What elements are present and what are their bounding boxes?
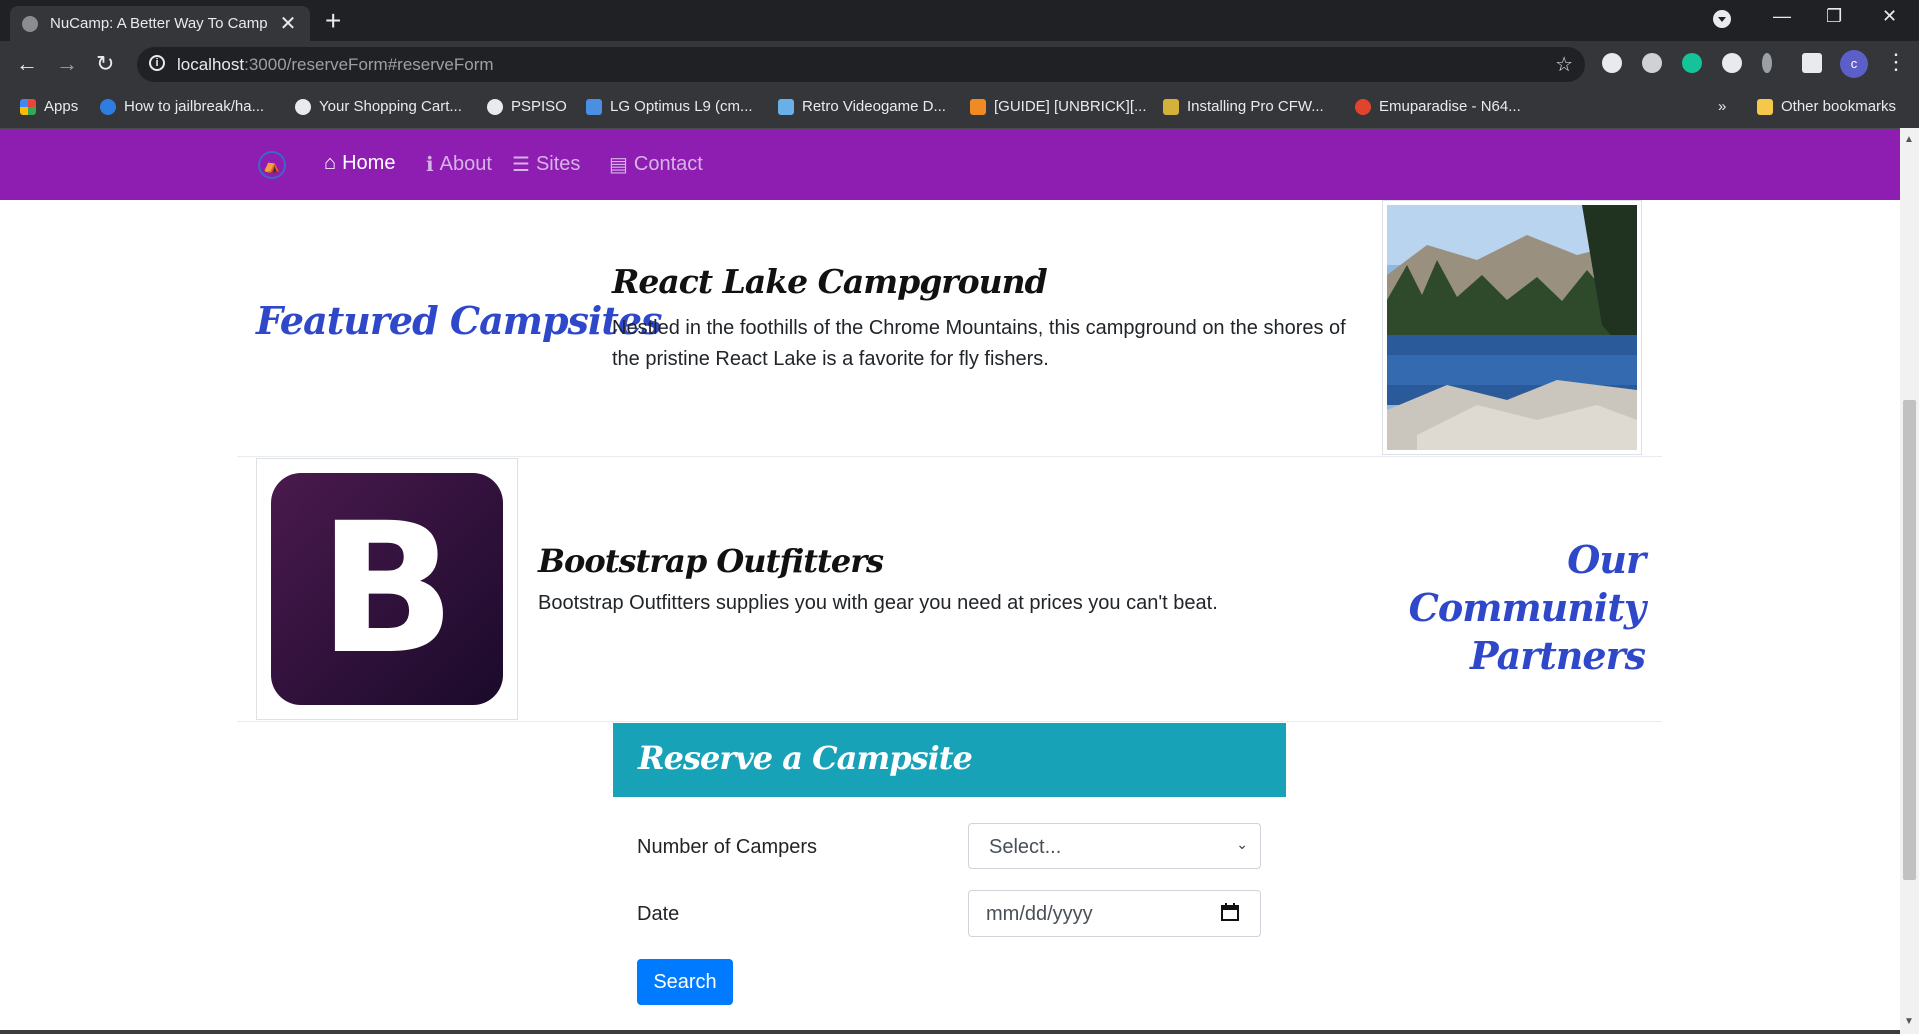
site-navbar: ⛺ ⌂ Home ℹ About ☰ Sites ▤ Contact <box>0 129 1900 200</box>
bookmark-apps[interactable]: Apps <box>20 98 78 115</box>
reserve-title: Reserve a Campsite <box>638 739 973 777</box>
scroll-down-icon[interactable]: ▼ <box>1904 1016 1914 1027</box>
partner-title: Bootstrap Outfitters <box>538 542 884 580</box>
campsite-description: Nestled in the foothills of the Chrome M… <box>612 317 1346 370</box>
minimize-icon[interactable]: — <box>1773 6 1791 27</box>
browser-toolbar: ← → ↻ i localhost:3000/reserveForm#reser… <box>0 41 1919 88</box>
bookmark-jailbreak[interactable]: How to jailbreak/ha... <box>100 98 264 115</box>
info-icon: ℹ <box>426 154 434 176</box>
bookmarks-overflow-button[interactable]: » <box>1718 98 1726 115</box>
nucamp-logo-icon[interactable]: ⛺ <box>258 151 286 179</box>
bookmark-lg-optimus[interactable]: LG Optimus L9 (cm... <box>586 98 753 115</box>
nav-home[interactable]: ⌂ Home <box>324 152 395 175</box>
campers-label: Number of Campers <box>637 836 818 858</box>
bookmark-shopping-cart[interactable]: Your Shopping Cart... <box>295 98 462 115</box>
reload-icon[interactable]: ↻ <box>96 51 114 77</box>
chevron-down-icon: ⌄ <box>1236 836 1248 852</box>
bookmark-favicon-icon <box>778 98 794 115</box>
new-tab-button[interactable]: + <box>325 6 341 36</box>
scroll-up-icon[interactable]: ▲ <box>1904 134 1914 145</box>
bookmark-favicon-icon <box>1163 98 1179 115</box>
search-button[interactable]: Search <box>637 959 733 1005</box>
address-card-icon: ▤ <box>609 154 628 176</box>
list-icon: ☰ <box>512 154 530 176</box>
reserve-card-header: Reserve a Campsite <box>613 723 1286 797</box>
bookmark-emuparadise[interactable]: Emuparadise - N64... <box>1355 98 1521 115</box>
bookmarks-bar: Apps How to jailbreak/ha... Your Shoppin… <box>0 88 1919 129</box>
tab-search-icon[interactable] <box>1712 9 1732 34</box>
window-close-icon[interactable]: ✕ <box>1882 6 1897 27</box>
profile-avatar[interactable]: c <box>1840 50 1868 78</box>
partner-description: Bootstrap Outfitters supplies you with g… <box>538 592 1218 614</box>
campsite-title: React Lake Campground <box>612 262 1048 301</box>
address-url[interactable]: localhost:3000/reserveForm#reserveForm <box>177 55 494 75</box>
featured-campsites-heading: Featured Campsites <box>256 298 662 343</box>
bookmark-xda-guide[interactable]: [GUIDE] [UNBRICK][... <box>970 98 1147 115</box>
bootstrap-logo-icon: B <box>271 473 503 705</box>
section-divider <box>237 456 1662 457</box>
section-divider <box>237 721 1662 722</box>
bookmark-pro-cfw[interactable]: Installing Pro CFW... <box>1163 98 1324 115</box>
extensions-puzzle-icon[interactable] <box>1802 53 1822 73</box>
bookmark-pspiso[interactable]: PSPISO <box>487 98 567 115</box>
address-bar[interactable]: i localhost:3000/reserveForm#reserveForm… <box>137 47 1585 82</box>
campsite-image <box>1382 200 1642 455</box>
browser-tabstrip: NuCamp: A Better Way To Camp ✕ + — ❐ ✕ <box>0 0 1919 41</box>
globe-icon <box>487 98 503 115</box>
forward-arrow-icon[interactable]: → <box>56 51 78 77</box>
site-info-icon[interactable]: i <box>149 55 165 71</box>
bookmark-favicon-icon <box>100 98 116 115</box>
date-input[interactable]: mm/dd/yyyy <box>968 890 1261 937</box>
bookmark-favicon-icon <box>586 98 602 115</box>
campers-select[interactable]: Select... ⌄ <box>968 823 1261 869</box>
partner-logo: B <box>256 458 518 720</box>
browser-menu-icon[interactable]: ⋮ <box>1885 49 1907 75</box>
bookmark-favicon-icon <box>1355 98 1371 115</box>
nav-contact[interactable]: ▤ Contact <box>609 152 703 177</box>
restore-icon[interactable]: ❐ <box>1826 6 1842 27</box>
taskbar-edge <box>0 1030 1900 1034</box>
back-arrow-icon[interactable]: ← <box>16 51 38 77</box>
bookmark-star-icon[interactable]: ☆ <box>1555 52 1573 77</box>
globe-icon <box>22 15 38 32</box>
close-tab-icon[interactable]: ✕ <box>278 11 298 36</box>
bookmark-retro-videogame[interactable]: Retro Videogame D... <box>778 98 946 115</box>
extension-w-icon[interactable] <box>1722 53 1742 73</box>
folder-icon <box>1757 98 1773 115</box>
nav-sites[interactable]: ☰ Sites <box>512 152 580 177</box>
extension-circle-icon[interactable] <box>1642 53 1662 73</box>
scrollbar-thumb[interactable] <box>1903 400 1916 880</box>
calendar-icon[interactable] <box>1220 902 1240 922</box>
home-icon: ⌂ <box>324 152 337 174</box>
globe-icon <box>295 98 311 115</box>
xda-icon <box>970 98 986 115</box>
extension-bulb-icon[interactable] <box>1762 53 1772 73</box>
date-label: Date <box>637 903 680 925</box>
bookmark-other-bookmarks[interactable]: Other bookmarks <box>1757 98 1896 115</box>
browser-tab[interactable]: NuCamp: A Better Way To Camp ✕ <box>10 6 310 41</box>
grammarly-icon[interactable] <box>1682 53 1702 73</box>
tab-title: NuCamp: A Better Way To Camp <box>50 15 268 32</box>
extension-globe-icon[interactable] <box>1602 53 1622 73</box>
community-partners-heading: Our Community Partners <box>1408 537 1646 678</box>
apps-grid-icon <box>20 98 36 115</box>
nav-about[interactable]: ℹ About <box>426 152 492 177</box>
